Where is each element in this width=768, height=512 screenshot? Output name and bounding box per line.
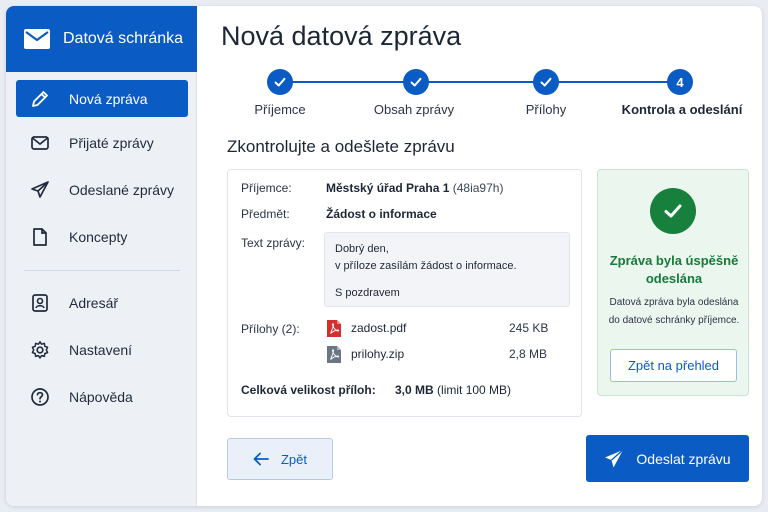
recipient-id: (48ia97h) [452, 181, 504, 195]
message-line: v příloze zasílám žádost o informace. [335, 260, 517, 272]
stepper-line [280, 81, 680, 83]
subject-text: Žádost o informace [326, 207, 437, 221]
page-title: Nová datová zpráva [221, 21, 462, 51]
sidebar-item-label: Koncepty [69, 228, 128, 245]
help-icon [31, 387, 49, 406]
app-title: Datová schránka [63, 30, 184, 47]
send-icon [605, 448, 624, 467]
sidebar-item-help[interactable]: Nápověda [16, 378, 188, 415]
message-label: Text zprávy: [241, 236, 306, 250]
total-size-number: 3,0 MB [395, 383, 434, 397]
back-to-overview-button[interactable]: Zpět na přehled [610, 349, 737, 382]
contact-book-icon [32, 293, 48, 312]
document-icon [33, 227, 47, 246]
check-icon [540, 77, 552, 87]
sidebar-item-label: Adresář [69, 294, 119, 311]
step-label-content[interactable]: Obsah zprávy [374, 102, 454, 117]
sidebar-item-settings[interactable]: Nastavení [16, 331, 188, 368]
sidebar-divider [24, 270, 180, 271]
sidebar-item-label: Nová zpráva [69, 90, 148, 107]
back-button-label: Zpět [280, 451, 307, 467]
sidebar-item-drafts[interactable]: Koncepty [16, 218, 188, 255]
arrow-left-icon [253, 452, 269, 466]
sidebar-item-label: Přijaté zprávy [69, 134, 154, 151]
zip-file-icon [327, 345, 341, 363]
send-message-button[interactable]: Odeslat zprávu [586, 435, 749, 482]
pdf-file-icon [327, 319, 341, 337]
recipient-value: Městský úřad Praha 1 (48ia97h) [326, 181, 503, 195]
subject-value: Žádost o informace [326, 207, 437, 221]
sidebar-item-label: Nastavení [69, 341, 133, 358]
attachment-item[interactable]: prilohy.zip 2,8 MB [326, 344, 556, 364]
back-button[interactable]: Zpět [227, 438, 333, 480]
send-icon [31, 180, 49, 198]
message-preview: Dobrý den, v příloze zasílám žádost o in… [324, 232, 570, 307]
step-1-indicator [267, 69, 293, 95]
success-panel: Zpráva byla úspěšně odeslána Datová zprá… [597, 169, 749, 396]
summary-card: Příjemce: Městský úřad Praha 1 (48ia97h)… [227, 169, 582, 417]
step-3-indicator [533, 69, 559, 95]
brand-header[interactable]: Datová schránka [6, 6, 197, 72]
check-icon [274, 77, 286, 87]
total-size-limit: (limit 100 MB) [437, 383, 512, 397]
total-size-value: 3,0 MB (limit 100 MB) [395, 383, 511, 397]
sidebar-item-label: Nápověda [69, 388, 133, 405]
envelope-icon [24, 29, 50, 49]
recipient-label: Příjemce: [241, 181, 292, 195]
sidebar-item-inbox[interactable]: Přijaté zprávy [16, 124, 188, 161]
subject-label: Předmět: [241, 207, 290, 221]
gear-icon [31, 340, 49, 359]
message-line: Dobrý den, [335, 243, 389, 255]
step-label-attachments[interactable]: Přílohy [526, 102, 566, 117]
main-content: Nová datová zpráva 4 Příjemce Obsah zprá… [198, 6, 762, 506]
attachment-size: 2,8 MB [509, 347, 548, 361]
step-4-indicator: 4 [667, 69, 693, 95]
send-button-label: Odeslat zprávu [636, 450, 731, 467]
app-window: Datová schránka Nová zpráva Přijaté zprá… [6, 6, 762, 506]
sidebar-item-label: Odeslané zprávy [69, 181, 175, 198]
success-title: Zpráva byla úspěšně odeslána [609, 253, 739, 286]
attachment-name: zadost.pdf [351, 321, 407, 335]
step-label-review: Kontrola a odeslání [621, 102, 743, 117]
recipient-name: Městský úřad Praha 1 [326, 181, 450, 195]
check-icon [410, 77, 422, 87]
step-label-recipient[interactable]: Příjemce [254, 102, 305, 117]
attachment-name: prilohy.zip [351, 347, 405, 361]
step-number: 4 [676, 74, 684, 90]
attachment-size: 245 KB [509, 321, 549, 335]
step-2-indicator [403, 69, 429, 95]
sidebar-item-address-book[interactable]: Adresář [16, 284, 188, 321]
message-line: S pozdravem [335, 287, 400, 299]
attachments-label: Přílohy (2): [241, 322, 300, 336]
sidebar-item-sent[interactable]: Odeslané zprávy [16, 171, 188, 208]
check-icon [664, 204, 682, 218]
attachment-item[interactable]: zadost.pdf 245 KB [326, 318, 556, 338]
success-text: Datová zpráva byla odeslána do datové sc… [608, 297, 740, 326]
sidebar-item-new-message[interactable]: Nová zpráva [16, 80, 188, 117]
sidebar: Datová schránka Nová zpráva Přijaté zprá… [6, 6, 197, 506]
total-size-label: Celková velikost příloh: [241, 383, 376, 397]
pencil-icon [32, 90, 48, 107]
section-heading: Zkontrolujte a odešlete zprávu [227, 137, 455, 156]
inbox-icon [31, 135, 49, 150]
check-circle-icon [650, 188, 696, 234]
